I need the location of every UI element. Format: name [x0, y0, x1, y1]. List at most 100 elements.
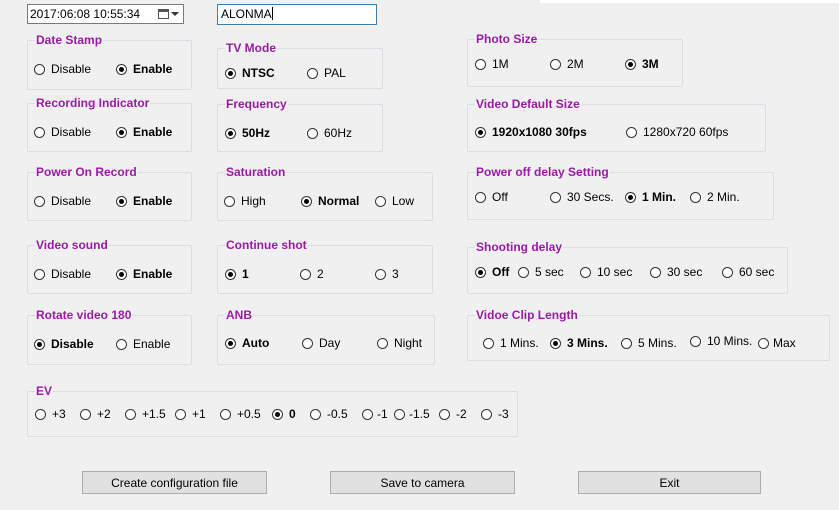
radio-circle[interactable] — [225, 67, 236, 79]
radio-circle[interactable] — [475, 191, 486, 203]
datetime-picker[interactable]: 2017:06:08 10:55:34 — [27, 4, 184, 24]
radio-continue-shot-1[interactable]: 1 — [225, 267, 249, 281]
save-to-camera-button[interactable]: Save to camera — [330, 471, 515, 494]
radio-rotate-video-enable[interactable]: Enable — [116, 337, 170, 351]
radio-circle[interactable] — [225, 127, 236, 139]
radio-circle[interactable] — [690, 335, 701, 347]
radio-rotate-video-disable[interactable]: Disable — [34, 337, 94, 351]
radio-ev-plus2[interactable]: +2 — [80, 407, 111, 421]
radio-power-on-record-disable[interactable]: Disable — [34, 194, 91, 208]
radio-video-sound-enable[interactable]: Enable — [116, 267, 172, 281]
radio-circle[interactable] — [375, 195, 386, 207]
radio-tv-mode-ntsc[interactable]: NTSC — [225, 66, 275, 80]
calendar-icon[interactable] — [158, 9, 169, 19]
radio-circle[interactable] — [625, 58, 636, 70]
radio-circle[interactable] — [758, 337, 769, 349]
radio-ev-plus0-5[interactable]: +0.5 — [220, 407, 261, 421]
camera-name-input[interactable]: ALONMA — [217, 4, 377, 25]
radio-video-sound-disable[interactable]: Disable — [34, 267, 91, 281]
radio-circle[interactable] — [34, 63, 45, 75]
radio-circle[interactable] — [483, 337, 494, 349]
radio-circle[interactable] — [550, 58, 561, 70]
radio-clip-max[interactable]: Max — [758, 336, 796, 350]
radio-circle[interactable] — [550, 337, 561, 349]
radio-clip-3min[interactable]: 3 Mins. — [550, 336, 608, 350]
radio-circle[interactable] — [225, 337, 236, 349]
radio-circle[interactable] — [475, 126, 486, 138]
exit-button[interactable]: Exit — [578, 471, 761, 494]
radio-recording-indicator-enable[interactable]: Enable — [116, 125, 172, 139]
radio-circle[interactable] — [224, 195, 235, 207]
radio-ev-plus3[interactable]: +3 — [35, 407, 66, 421]
radio-shooting-delay-60[interactable]: 60 sec — [722, 265, 774, 279]
radio-circle[interactable] — [225, 268, 236, 280]
radio-circle[interactable] — [475, 58, 486, 70]
radio-saturation-low[interactable]: Low — [375, 194, 414, 208]
radio-circle[interactable] — [175, 408, 186, 420]
radio-photo-size-2m[interactable]: 2M — [550, 57, 584, 71]
radio-ev-minus1-5[interactable]: -1.5 — [394, 407, 430, 421]
radio-circle[interactable] — [116, 338, 127, 350]
radio-saturation-high[interactable]: High — [224, 194, 266, 208]
radio-circle[interactable] — [307, 67, 318, 79]
radio-circle[interactable] — [301, 195, 312, 207]
radio-power-off-off[interactable]: Off — [475, 190, 508, 204]
radio-photo-size-1m[interactable]: 1M — [475, 57, 509, 71]
radio-circle[interactable] — [34, 338, 45, 350]
radio-circle[interactable] — [35, 408, 46, 420]
radio-power-off-2min[interactable]: 2 Min. — [690, 190, 740, 204]
radio-clip-10min[interactable]: 10 Mins. — [690, 334, 752, 348]
radio-ev-0[interactable]: 0 — [272, 407, 296, 421]
radio-circle[interactable] — [362, 408, 373, 420]
radio-circle[interactable] — [722, 266, 733, 278]
radio-circle[interactable] — [116, 195, 127, 207]
radio-frequency-60hz[interactable]: 60Hz — [307, 126, 352, 140]
radio-circle[interactable] — [220, 408, 231, 420]
chevron-down-icon[interactable] — [171, 12, 179, 16]
radio-clip-5min[interactable]: 5 Mins. — [621, 336, 677, 350]
radio-continue-shot-2[interactable]: 2 — [300, 267, 324, 281]
radio-circle[interactable] — [34, 195, 45, 207]
radio-circle[interactable] — [377, 337, 388, 349]
radio-circle[interactable] — [626, 126, 637, 138]
radio-shooting-delay-10[interactable]: 10 sec — [580, 265, 632, 279]
radio-circle[interactable] — [302, 337, 313, 349]
radio-circle[interactable] — [272, 408, 283, 420]
radio-circle[interactable] — [394, 408, 405, 420]
radio-anb-night[interactable]: Night — [377, 336, 422, 350]
radio-circle[interactable] — [307, 127, 318, 139]
radio-recording-indicator-disable[interactable]: Disable — [34, 125, 91, 139]
radio-anb-day[interactable]: Day — [302, 336, 340, 350]
radio-circle[interactable] — [375, 268, 386, 280]
radio-ev-plus1-5[interactable]: +1.5 — [125, 407, 166, 421]
create-config-button[interactable]: Create configuration file — [82, 471, 267, 494]
radio-circle[interactable] — [310, 408, 321, 420]
radio-circle[interactable] — [650, 266, 661, 278]
radio-shooting-delay-5[interactable]: 5 sec — [518, 265, 564, 279]
radio-ev-minus2[interactable]: -2 — [439, 407, 467, 421]
radio-circle[interactable] — [439, 408, 450, 420]
radio-date-stamp-disable[interactable]: Disable — [34, 62, 91, 76]
radio-power-on-record-enable[interactable]: Enable — [116, 194, 172, 208]
radio-circle[interactable] — [116, 126, 127, 138]
radio-circle[interactable] — [518, 266, 529, 278]
radio-continue-shot-3[interactable]: 3 — [375, 267, 399, 281]
radio-circle[interactable] — [34, 126, 45, 138]
radio-shooting-delay-30[interactable]: 30 sec — [650, 265, 702, 279]
radio-circle[interactable] — [690, 191, 701, 203]
radio-circle[interactable] — [34, 268, 45, 280]
radio-tv-mode-pal[interactable]: PAL — [307, 66, 346, 80]
radio-circle[interactable] — [116, 268, 127, 280]
radio-circle[interactable] — [475, 266, 486, 278]
radio-shooting-delay-off[interactable]: Off — [475, 265, 509, 279]
radio-video-size-1080[interactable]: 1920x1080 30fps — [475, 125, 587, 139]
radio-anb-auto[interactable]: Auto — [225, 336, 269, 350]
radio-circle[interactable] — [80, 408, 91, 420]
radio-circle[interactable] — [300, 268, 311, 280]
radio-circle[interactable] — [621, 337, 632, 349]
radio-date-stamp-enable[interactable]: Enable — [116, 62, 172, 76]
radio-circle[interactable] — [580, 266, 591, 278]
radio-video-size-720[interactable]: 1280x720 60fps — [626, 125, 728, 139]
radio-power-off-1min[interactable]: 1 Min. — [625, 190, 676, 204]
radio-ev-plus1[interactable]: +1 — [175, 407, 206, 421]
